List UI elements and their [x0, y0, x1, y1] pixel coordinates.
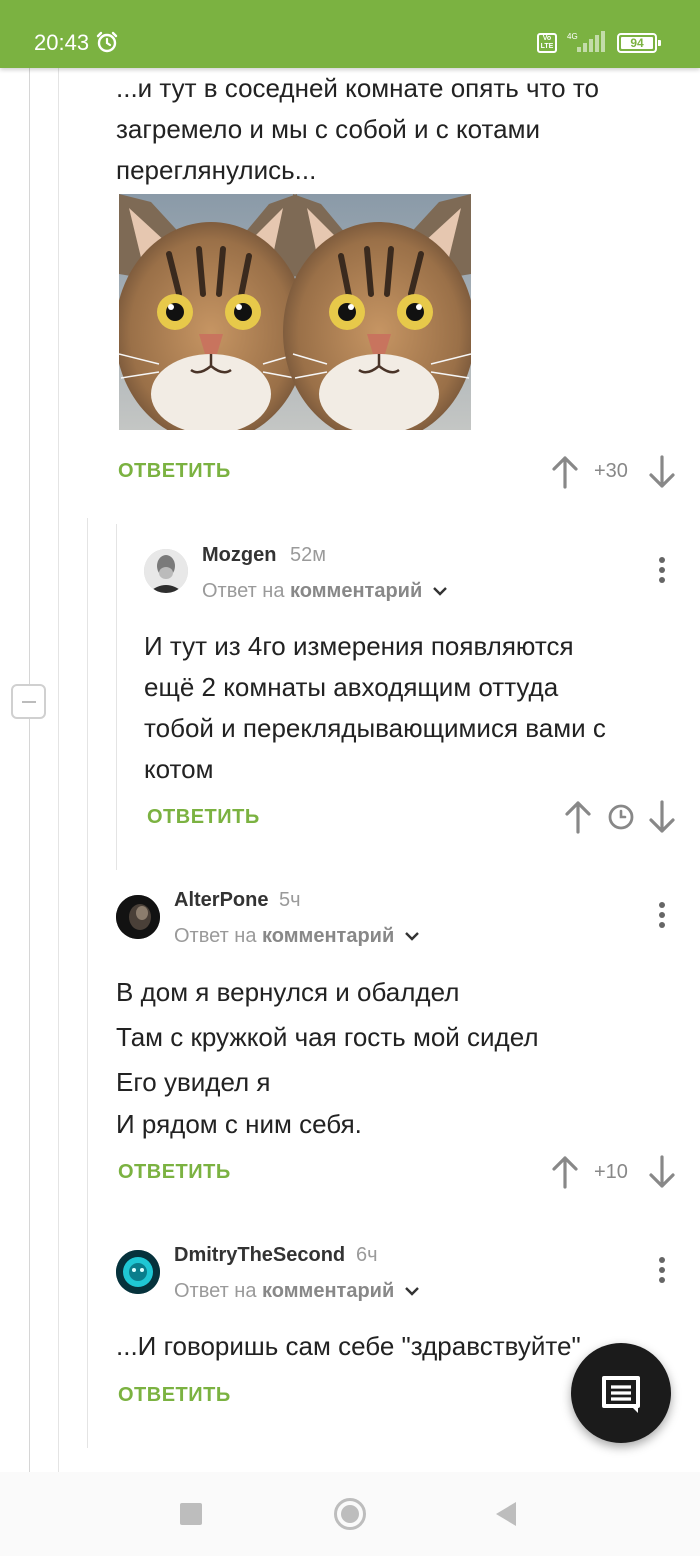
upvote-icon[interactable]: [551, 455, 579, 494]
collapse-thread-button[interactable]: [11, 684, 46, 719]
volte-icon: Vo LTE: [537, 33, 557, 53]
signal-icon: 4G: [565, 30, 609, 59]
upvote-icon[interactable]: [551, 1155, 579, 1194]
downvote-icon[interactable]: [648, 1155, 676, 1194]
alarm-icon: [95, 30, 119, 59]
reply-button[interactable]: ОТВЕТИТЬ: [147, 806, 260, 829]
reply-to-link[interactable]: Ответ на комментарий: [174, 925, 420, 948]
more-options-icon[interactable]: [657, 1257, 667, 1287]
home-icon[interactable]: [334, 1498, 366, 1530]
avatar[interactable]: [116, 1250, 160, 1294]
comment-icon: [602, 1376, 640, 1413]
status-time: 20:43: [34, 30, 90, 55]
thread-line: [87, 518, 88, 1448]
reply-button[interactable]: ОТВЕТИТЬ: [118, 1384, 231, 1407]
comment-text: ...и тут в соседней комнате опять что то…: [116, 73, 599, 185]
thread-line: [29, 68, 30, 1472]
comment-username[interactable]: AlterPone: [174, 889, 268, 912]
reply-button[interactable]: ОТВЕТИТЬ: [118, 1161, 231, 1184]
downvote-icon[interactable]: [648, 800, 676, 839]
reply-button[interactable]: ОТВЕТИТЬ: [118, 460, 231, 483]
recent-apps-icon[interactable]: [180, 1503, 202, 1525]
status-bar: 20:43 Vo LTE 4G 94: [0, 0, 700, 68]
more-options-icon[interactable]: [657, 902, 667, 932]
downvote-icon[interactable]: [648, 455, 676, 494]
comment-score: +30: [594, 460, 628, 482]
avatar[interactable]: [144, 549, 188, 593]
reply-to-link[interactable]: Ответ на комментарий: [202, 580, 448, 603]
more-options-icon[interactable]: [657, 557, 667, 587]
upvote-icon[interactable]: [564, 800, 592, 839]
comment-time: 6ч: [356, 1244, 378, 1266]
thread-line: [58, 68, 59, 1472]
comment-text: В дом я вернулся и обалдел Там с кружкой…: [116, 977, 539, 1139]
chevron-down-icon: [404, 932, 419, 941]
back-icon[interactable]: [496, 1502, 516, 1526]
comment-text: И тут из 4го измерения появляются ещё 2 …: [144, 631, 606, 784]
navigation-bar: [0, 1472, 700, 1556]
avatar[interactable]: [116, 895, 160, 939]
write-comment-button[interactable]: [571, 1343, 671, 1443]
network-label: 4G: [567, 32, 578, 41]
comment-time: 52м: [290, 544, 326, 566]
chevron-down-icon: [432, 587, 447, 596]
comment-score: +10: [594, 1161, 628, 1183]
comment-time: 5ч: [279, 889, 301, 911]
reply-to-link[interactable]: Ответ на комментарий: [174, 1280, 420, 1303]
battery-icon: 94: [617, 33, 661, 53]
battery-level: 94: [630, 36, 644, 50]
comment-username[interactable]: Mozgen: [202, 544, 276, 567]
clock-icon: [607, 803, 635, 836]
chevron-down-icon: [404, 1287, 419, 1296]
comment-username[interactable]: DmitryTheSecond: [174, 1244, 345, 1267]
thread-line: [116, 524, 117, 870]
comment-image[interactable]: [119, 194, 471, 430]
